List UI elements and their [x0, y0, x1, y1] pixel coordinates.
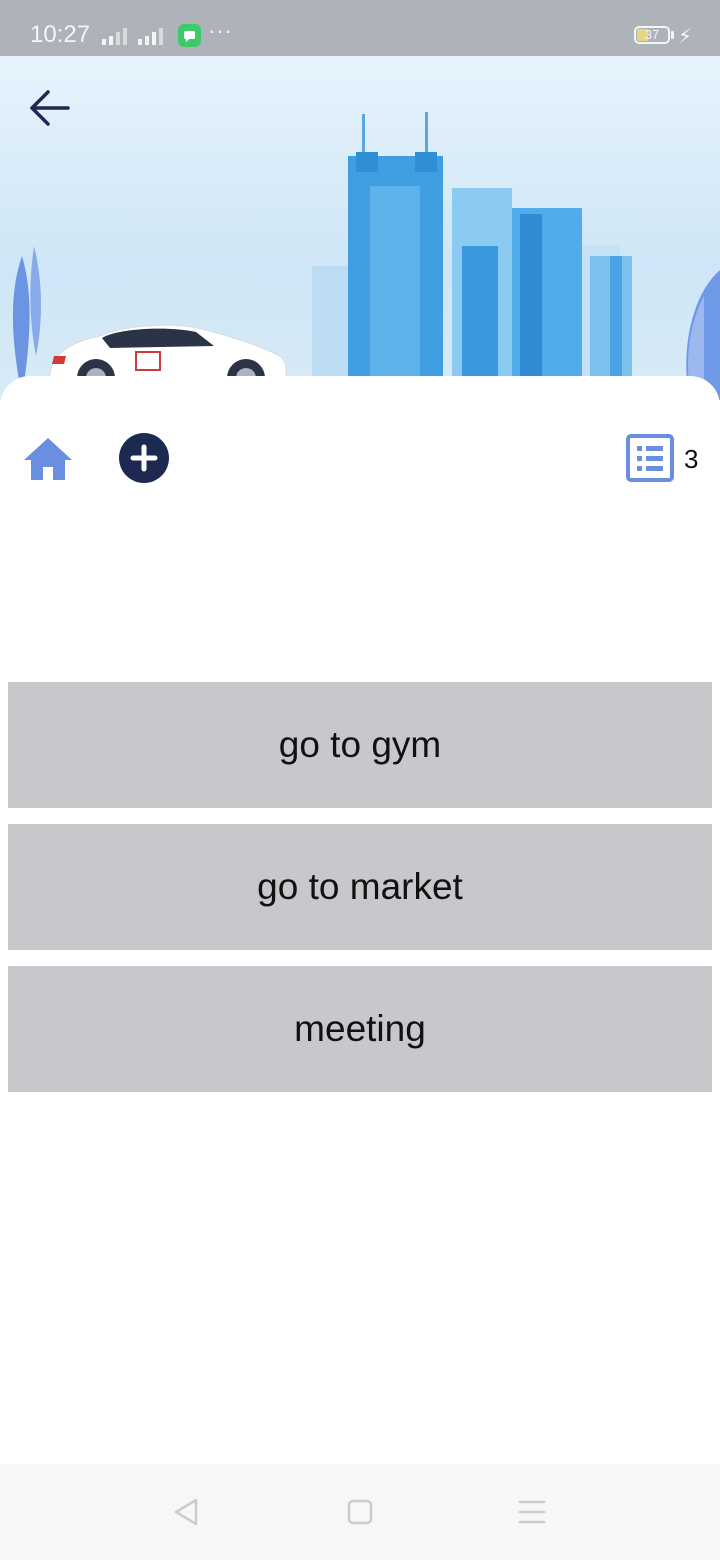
task-item-go-to-market[interactable]: go to market	[8, 824, 712, 950]
task-item-go-to-gym[interactable]: go to gym	[8, 682, 712, 808]
task-list-button[interactable]	[626, 434, 674, 482]
back-button[interactable]	[28, 88, 84, 138]
home-button[interactable]	[22, 434, 74, 482]
task-item-meeting[interactable]: meeting	[8, 966, 712, 1092]
task-count: 3	[684, 444, 699, 474]
nav-back-button[interactable]	[166, 1494, 206, 1530]
battery-icon: 37	[634, 26, 670, 44]
signal-2-icon	[138, 28, 163, 45]
status-time: 10:27	[30, 21, 91, 48]
city-skyline-illustration	[12, 112, 720, 400]
system-nav-bar	[0, 1464, 720, 1560]
header-illustration	[0, 56, 720, 400]
nav-back-icon	[174, 1498, 198, 1526]
status-bar: 10:27 ··· 37 ⚡	[0, 0, 720, 56]
arrow-left-icon	[30, 90, 70, 126]
nav-home-icon	[347, 1499, 373, 1525]
task-list: go to gym go to market meeting	[8, 682, 712, 1108]
home-icon	[24, 438, 72, 480]
nav-menu-button[interactable]	[512, 1494, 552, 1530]
add-task-button[interactable]	[119, 433, 169, 483]
message-notification-icon	[178, 24, 201, 47]
signal-1-icon	[102, 28, 127, 45]
battery-level: 37	[644, 27, 660, 42]
more-notifications-icon: ···	[208, 18, 233, 43]
nav-menu-icon	[518, 1500, 546, 1524]
nav-home-button[interactable]	[340, 1494, 380, 1530]
list-icon	[626, 434, 674, 482]
plus-icon	[130, 444, 158, 472]
charging-icon: ⚡	[678, 26, 693, 48]
